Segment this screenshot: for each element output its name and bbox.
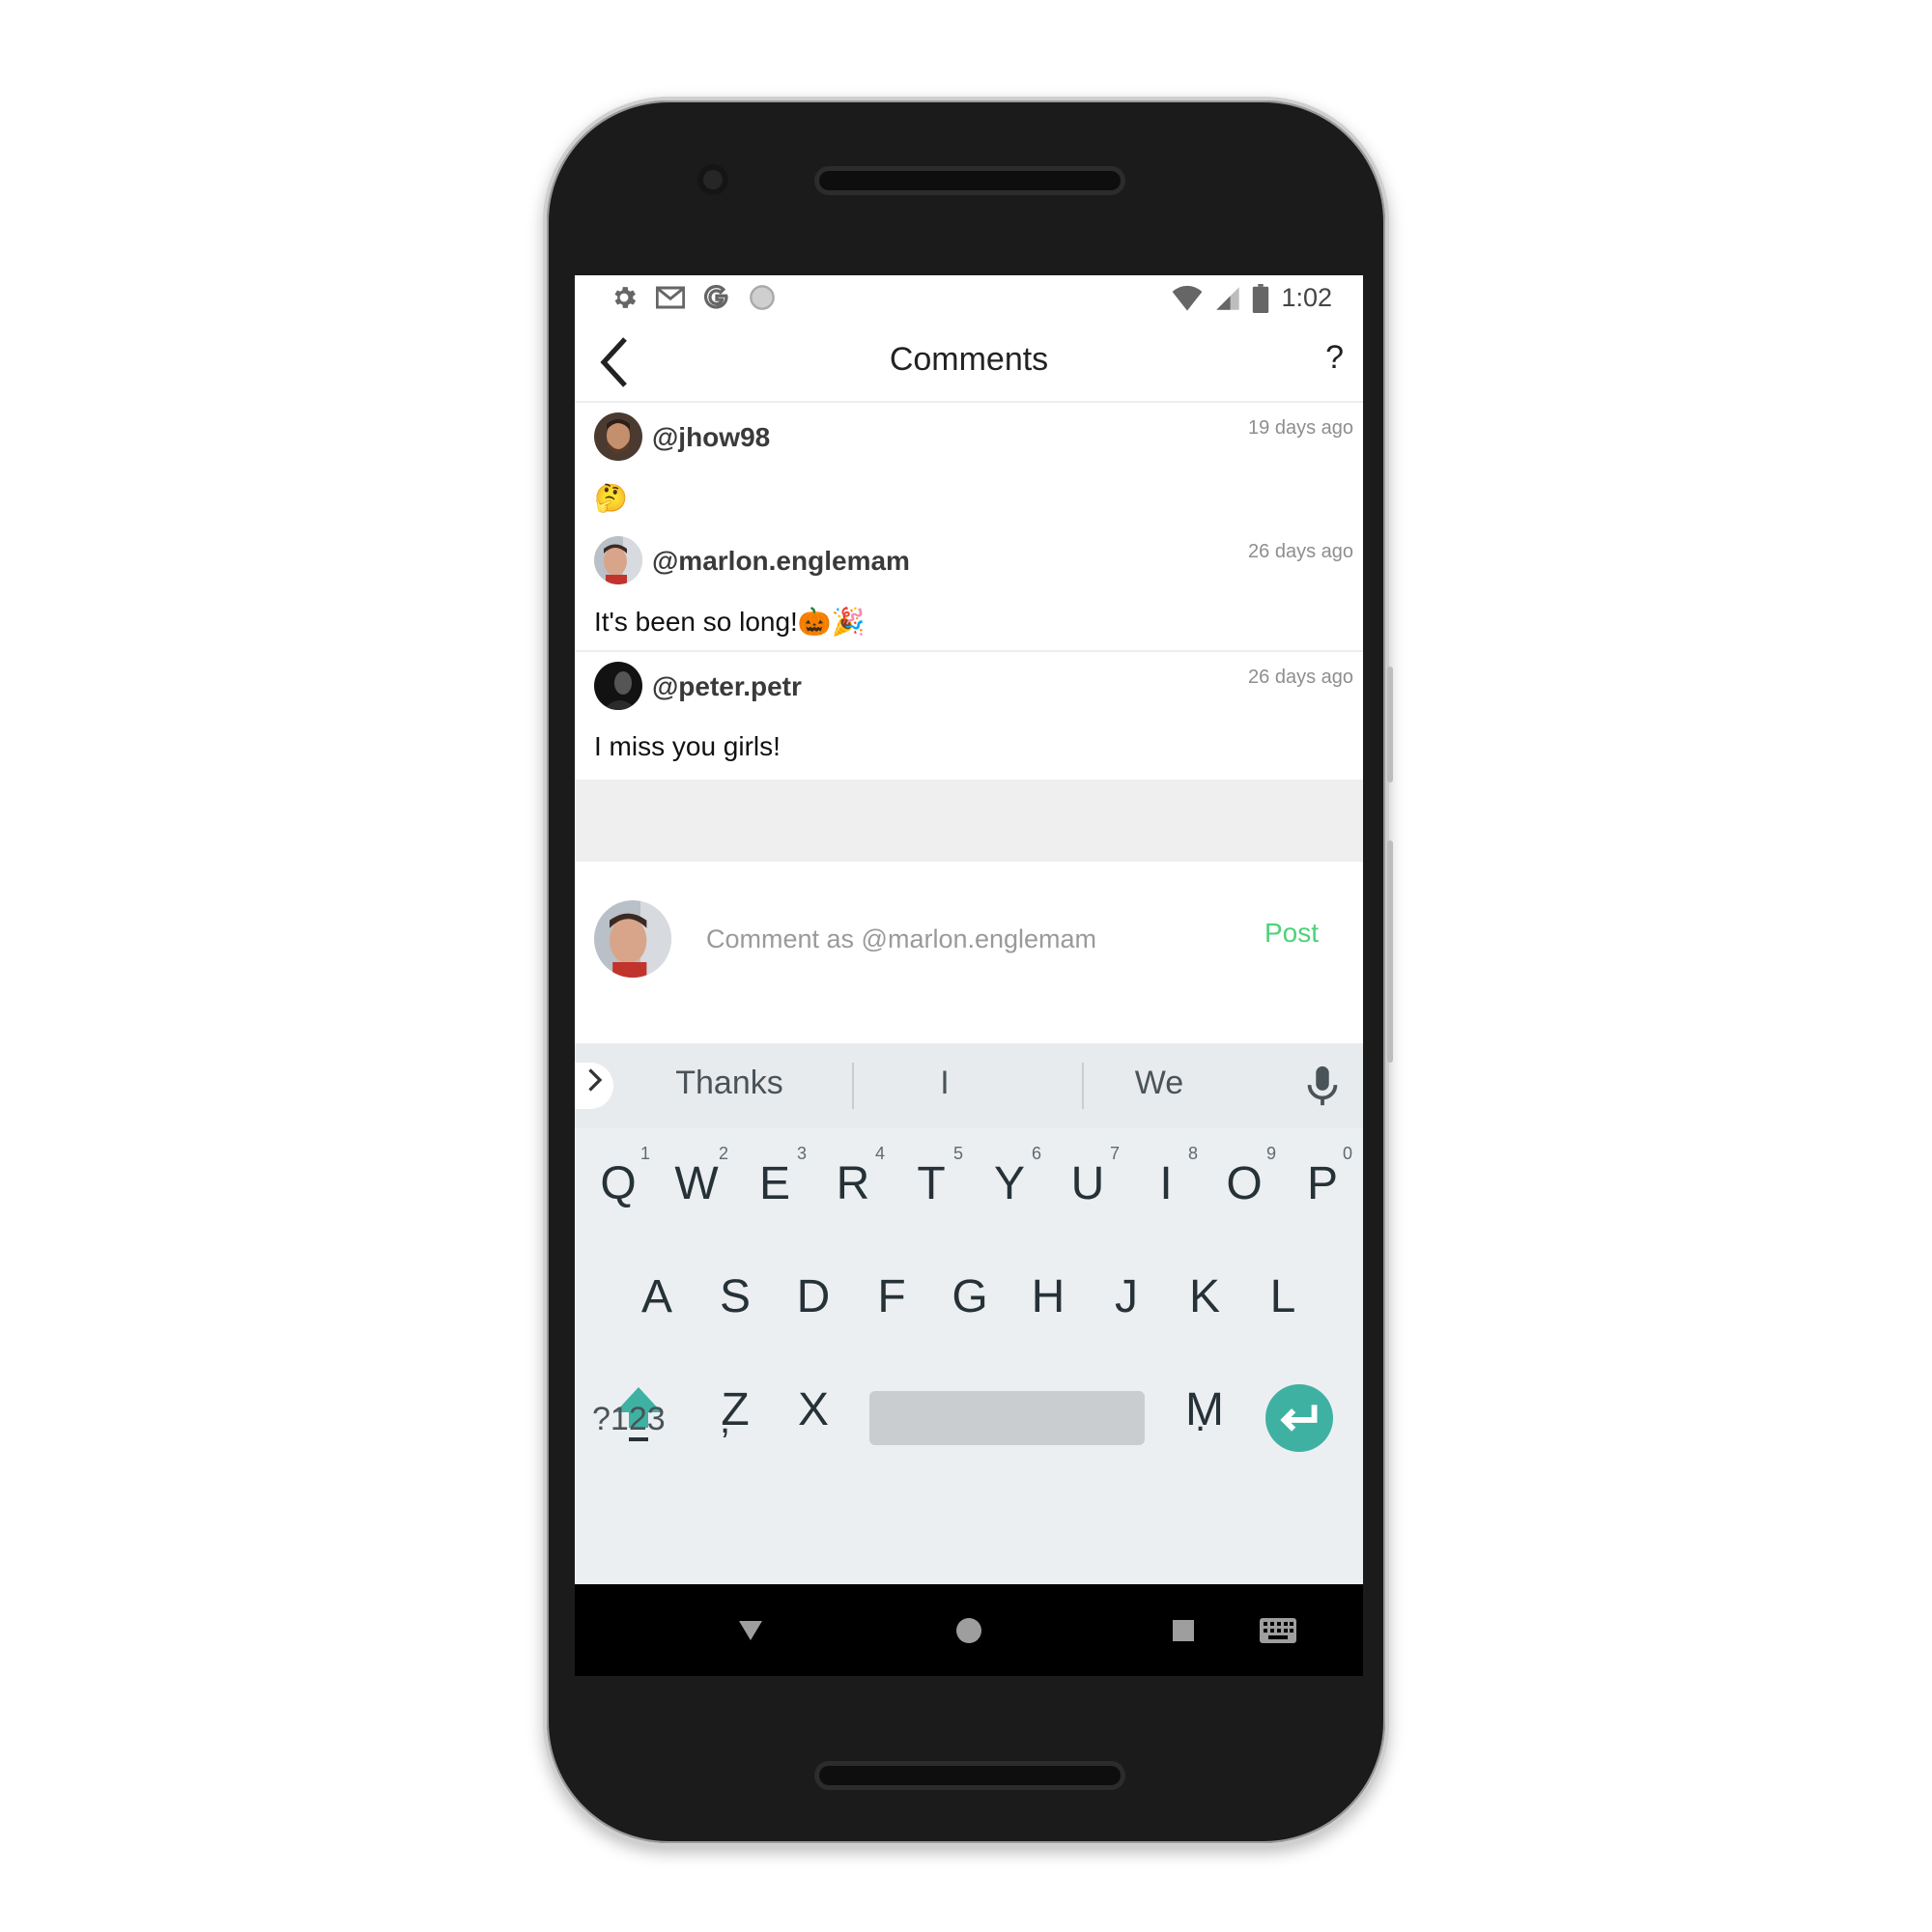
avatar — [594, 900, 671, 978]
key[interactable]: D — [780, 1270, 847, 1323]
comment-username[interactable]: @jhow98 — [652, 422, 770, 453]
suggestion-expand-button[interactable] — [575, 1063, 613, 1109]
comments-list-end — [575, 780, 1363, 862]
key[interactable]: O — [1210, 1157, 1278, 1210]
help-button[interactable]: ? — [1325, 339, 1344, 377]
comment-item: @peter.petr 26 days ago I miss you girls… — [575, 652, 1363, 778]
key[interactable]: F — [858, 1270, 925, 1323]
comment-composer: Post — [575, 862, 1363, 1043]
microphone-icon — [1307, 1065, 1338, 1106]
volume-button — [1387, 667, 1393, 782]
key[interactable]: J — [1093, 1270, 1160, 1323]
chevron-right-icon — [588, 1068, 603, 1092]
comment-text: I miss you girls! — [594, 731, 781, 761]
key-hint: 5 — [953, 1144, 964, 1163]
key[interactable]: G — [936, 1270, 1004, 1323]
key[interactable]: Y — [976, 1157, 1043, 1210]
back-nav-icon[interactable] — [737, 1619, 764, 1642]
key-hint: 3 — [797, 1144, 808, 1163]
key[interactable]: Q — [584, 1157, 652, 1210]
enter-button[interactable] — [1265, 1384, 1333, 1452]
key-hint: 6 — [1032, 1144, 1042, 1163]
key-hint: 0 — [1343, 1144, 1353, 1163]
keyboard-nav-icon[interactable] — [1259, 1617, 1297, 1644]
key[interactable]: U — [1054, 1157, 1122, 1210]
comment-username[interactable]: @peter.petr — [652, 671, 802, 702]
top-speaker — [819, 171, 1121, 190]
avatar[interactable] — [594, 536, 642, 584]
enter-icon — [1280, 1405, 1318, 1432]
key[interactable]: I — [1132, 1157, 1200, 1210]
key-hint: 7 — [1110, 1144, 1121, 1163]
comment-text: 🤔 — [594, 483, 628, 513]
post-button[interactable]: Post — [1264, 918, 1319, 949]
key[interactable]: L — [1249, 1270, 1317, 1323]
google-icon — [703, 284, 728, 309]
comment-item: @jhow98 19 days ago 🤔 — [575, 403, 1363, 526]
battery-icon — [1253, 283, 1269, 313]
key[interactable]: E — [741, 1157, 809, 1210]
signal-icon — [1216, 286, 1240, 310]
comment-time: 26 days ago — [1248, 541, 1353, 562]
comment-time: 26 days ago — [1248, 667, 1353, 688]
suggestion-bar: Thanks I We — [575, 1043, 1363, 1128]
key[interactable]: R — [819, 1157, 887, 1210]
key[interactable]: P — [1289, 1157, 1356, 1210]
screen: 1:02 Comments ? @jhow98 19 days ago 🤔 @m… — [575, 275, 1363, 1676]
home-nav-icon[interactable] — [955, 1617, 982, 1644]
comment-username[interactable]: @marlon.englemam — [652, 546, 910, 577]
key[interactable]: K — [1171, 1270, 1238, 1323]
suggestion-item[interactable]: I — [848, 1065, 1041, 1102]
keyboard: Thanks I We Q W E R T Y U I O P 1 2 3 4 … — [575, 1043, 1363, 1584]
loading-icon — [750, 285, 775, 310]
key[interactable]: Z — [701, 1383, 769, 1436]
suggestion-item[interactable]: We — [1063, 1065, 1256, 1102]
key-hint: 8 — [1188, 1144, 1199, 1163]
symbols-key[interactable]: ?123 — [592, 1401, 666, 1438]
comment-item: @marlon.englemam 26 days ago It's been s… — [575, 526, 1363, 652]
suggestion-item[interactable]: Thanks — [633, 1065, 826, 1102]
gmail-icon — [656, 286, 685, 309]
gear-icon — [614, 287, 637, 308]
page-title: Comments — [889, 341, 1049, 378]
wifi-icon — [1173, 285, 1203, 311]
avatar[interactable] — [594, 662, 642, 710]
comment-input[interactable] — [704, 914, 1230, 964]
key[interactable]: A — [623, 1270, 691, 1323]
status-time: 1:02 — [1281, 283, 1332, 312]
bottom-speaker — [819, 1766, 1121, 1785]
comma-key[interactable]: , — [720, 1399, 730, 1442]
key-hint: 1 — [640, 1144, 651, 1163]
recents-nav-icon[interactable] — [1172, 1619, 1195, 1642]
key-hint: 9 — [1266, 1144, 1277, 1163]
key[interactable]: X — [780, 1383, 847, 1436]
comment-text: It's been so long!🎃🎉 — [594, 607, 866, 637]
comment-time: 19 days ago — [1248, 417, 1353, 439]
key-hint: 2 — [719, 1144, 729, 1163]
power-button — [1387, 840, 1393, 1063]
period-key[interactable]: . — [1195, 1397, 1206, 1440]
key[interactable]: S — [701, 1270, 769, 1323]
key[interactable]: W — [663, 1157, 730, 1210]
space-bar[interactable] — [869, 1391, 1145, 1445]
key-hint: 4 — [875, 1144, 886, 1163]
status-bar: 1:02 — [575, 275, 1363, 324]
navigation-bar — [575, 1584, 1363, 1676]
front-camera — [697, 164, 728, 195]
app-header: Comments ? — [575, 324, 1363, 403]
key[interactable]: T — [897, 1157, 965, 1210]
microphone-button[interactable] — [1303, 1065, 1342, 1109]
key[interactable]: H — [1014, 1270, 1082, 1323]
avatar[interactable] — [594, 412, 642, 461]
